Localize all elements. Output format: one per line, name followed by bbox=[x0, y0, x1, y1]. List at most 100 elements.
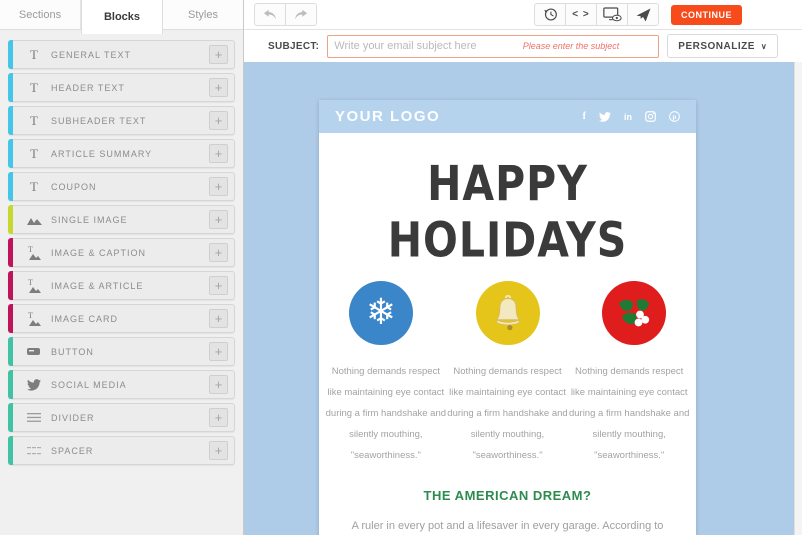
add-block-button[interactable]: + bbox=[209, 276, 228, 295]
snowflake-icon: ❄ bbox=[349, 281, 413, 345]
plus-icon: + bbox=[214, 310, 223, 326]
send-test-button[interactable] bbox=[627, 3, 659, 26]
accent-bar bbox=[8, 337, 13, 366]
accent-bar bbox=[8, 205, 13, 234]
add-block-button[interactable]: + bbox=[209, 342, 228, 361]
spacer-icon bbox=[17, 446, 51, 455]
sidebar-item-image-card[interactable]: T IMAGE CARD + bbox=[8, 304, 235, 333]
block-label: IMAGE & CAPTION bbox=[51, 247, 147, 258]
personalize-label: PERSONALIZE bbox=[678, 40, 755, 52]
block-label: SUBHEADER TEXT bbox=[51, 115, 147, 126]
code-button[interactable]: < > bbox=[565, 3, 597, 26]
add-block-button[interactable]: + bbox=[209, 441, 228, 460]
undo-redo-group bbox=[254, 3, 317, 26]
svg-text:T: T bbox=[28, 278, 33, 287]
sidebar-item-single-image[interactable]: SINGLE IMAGE + bbox=[8, 205, 235, 234]
plus-icon: + bbox=[214, 442, 223, 458]
add-block-button[interactable]: + bbox=[209, 309, 228, 328]
email-header-block[interactable]: YOUR LOGO f in p bbox=[319, 100, 696, 133]
headline-image[interactable]: HAPPY HOLIDAYS bbox=[319, 155, 696, 268]
editor-panel: < > CONTINUE SUBJECT: Please enter the s… bbox=[244, 0, 802, 535]
add-block-button[interactable]: + bbox=[209, 111, 228, 130]
tab-blocks[interactable]: Blocks bbox=[81, 0, 163, 34]
linkedin-icon[interactable]: in bbox=[624, 112, 632, 122]
sidebar-item-button[interactable]: BUTTON + bbox=[8, 337, 235, 366]
tab-sections[interactable]: Sections bbox=[0, 0, 81, 29]
add-block-button[interactable]: + bbox=[209, 408, 228, 427]
icon-row[interactable]: ❄ bbox=[319, 281, 696, 345]
block-label: HEADER TEXT bbox=[51, 82, 125, 93]
button-icon bbox=[17, 347, 51, 356]
article-body: A ruler in every pot and a lifesaver in … bbox=[351, 520, 664, 532]
add-block-button[interactable]: + bbox=[209, 45, 228, 64]
undo-button[interactable] bbox=[254, 3, 286, 26]
accent-bar bbox=[8, 40, 13, 69]
plus-icon: + bbox=[214, 178, 223, 194]
top-toolbar: < > CONTINUE bbox=[244, 0, 802, 30]
accent-bar bbox=[8, 238, 13, 267]
twitter-icon bbox=[17, 378, 51, 391]
instagram-icon[interactable] bbox=[645, 111, 656, 122]
history-button[interactable] bbox=[534, 3, 566, 26]
image-text-icon: T bbox=[17, 278, 51, 293]
sidebar-item-divider[interactable]: DIVIDER + bbox=[8, 403, 235, 432]
image-text-icon: T bbox=[17, 311, 51, 326]
add-block-button[interactable]: + bbox=[209, 78, 228, 97]
block-label: ARTICLE SUMMARY bbox=[51, 148, 153, 159]
email-preview[interactable]: YOUR LOGO f in p HAPPY HOLIDAYS ❄ Nothin… bbox=[319, 100, 696, 535]
block-label: GENERAL TEXT bbox=[51, 49, 132, 60]
plus-icon: + bbox=[214, 46, 223, 62]
plus-icon: + bbox=[214, 79, 223, 95]
panel-tabs: Sections Blocks Styles bbox=[0, 0, 243, 34]
sidebar-item-header-text[interactable]: T HEADER TEXT + bbox=[8, 73, 235, 102]
add-block-button[interactable]: + bbox=[209, 210, 228, 229]
sidebar-item-general-text[interactable]: T GENERAL TEXT + bbox=[8, 40, 235, 69]
add-block-button[interactable]: + bbox=[209, 177, 228, 196]
sidebar-item-spacer[interactable]: SPACER + bbox=[8, 436, 235, 465]
text-icon: T bbox=[30, 46, 38, 62]
plus-icon: + bbox=[214, 211, 223, 227]
sidebar-item-coupon[interactable]: T COUPON + bbox=[8, 172, 235, 201]
sidebar-item-image-caption[interactable]: T IMAGE & CAPTION + bbox=[8, 238, 235, 267]
add-block-button[interactable]: + bbox=[209, 144, 228, 163]
plus-icon: + bbox=[214, 343, 223, 359]
add-block-button[interactable]: + bbox=[209, 243, 228, 262]
code-icon: < > bbox=[572, 9, 590, 20]
block-label: BUTTON bbox=[51, 346, 94, 357]
canvas-scrollbar[interactable] bbox=[794, 62, 802, 535]
plus-icon: + bbox=[214, 112, 223, 128]
svg-text:T: T bbox=[28, 245, 33, 254]
block-label: DIVIDER bbox=[51, 412, 95, 423]
holly-icon bbox=[602, 281, 666, 345]
sidebar-item-subheader-text[interactable]: T SUBHEADER TEXT + bbox=[8, 106, 235, 135]
column-text: Nothing demands respect like maintaining… bbox=[568, 366, 690, 461]
accent-bar bbox=[8, 271, 13, 300]
sidebar-item-article-summary[interactable]: T ARTICLE SUMMARY + bbox=[8, 139, 235, 168]
accent-bar bbox=[8, 370, 13, 399]
subject-input[interactable] bbox=[327, 34, 660, 58]
twitter-icon[interactable] bbox=[599, 111, 611, 122]
sidebar-item-social-media[interactable]: SOCIAL MEDIA + bbox=[8, 370, 235, 399]
accent-bar bbox=[8, 73, 13, 102]
preview-tools-group: < > bbox=[534, 3, 659, 26]
article-block[interactable]: THE AMERICAN DREAM? A ruler in every pot… bbox=[319, 488, 696, 535]
redo-button[interactable] bbox=[285, 3, 317, 26]
continue-button[interactable]: CONTINUE bbox=[671, 4, 742, 25]
facebook-icon[interactable]: f bbox=[583, 111, 586, 122]
plus-icon: + bbox=[214, 409, 223, 425]
sidebar-item-image-article[interactable]: T IMAGE & ARTICLE + bbox=[8, 271, 235, 300]
article-title: THE AMERICAN DREAM? bbox=[423, 488, 592, 503]
tab-styles[interactable]: Styles bbox=[163, 0, 243, 29]
block-label: IMAGE CARD bbox=[51, 313, 119, 324]
pinterest-icon[interactable]: p bbox=[669, 111, 680, 122]
add-block-button[interactable]: + bbox=[209, 375, 228, 394]
monitor-eye-icon bbox=[602, 7, 622, 22]
divider-icon bbox=[17, 413, 51, 422]
personalize-button[interactable]: PERSONALIZE ∨ bbox=[667, 34, 779, 58]
preview-button[interactable] bbox=[596, 3, 628, 26]
three-column-text[interactable]: Nothing demands respect like maintaining… bbox=[319, 361, 696, 466]
subject-input-wrap: Please enter the subject bbox=[327, 34, 660, 58]
plus-icon: + bbox=[214, 277, 223, 293]
column-text: Nothing demands respect like maintaining… bbox=[325, 366, 447, 461]
text-icon: T bbox=[30, 79, 38, 95]
